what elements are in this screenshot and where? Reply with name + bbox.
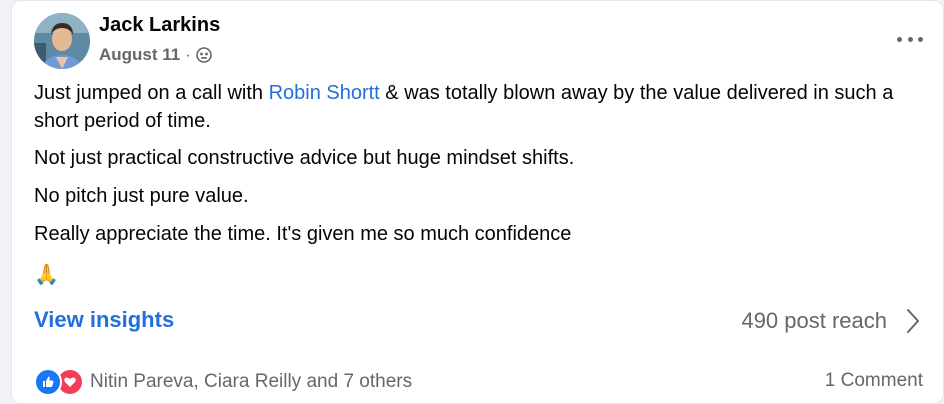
post-date[interactable]: August 11 (99, 45, 180, 65)
more-options-icon[interactable] (897, 29, 923, 49)
post-paragraph-1: Just jumped on a call with Robin Shortt … (34, 79, 934, 135)
post-text: Just jumped on a call with (34, 82, 269, 104)
post-meta: August 11 · (99, 44, 212, 66)
reactors-text[interactable]: Nitin Pareva, Ciara Reilly and 7 others (90, 371, 412, 393)
post-reach[interactable]: 490 post reach (741, 308, 887, 334)
comments-count[interactable]: 1 Comment (825, 370, 923, 392)
view-insights-link[interactable]: View insights (34, 307, 174, 333)
reactions-summary[interactable]: Nitin Pareva, Ciara Reilly and 7 others (34, 368, 412, 396)
post-body: Just jumped on a call with Robin Shortt … (34, 79, 934, 258)
post-paragraph-3: No pitch just pure value. (34, 185, 249, 207)
post-paragraph-2: Not just practical constructive advice b… (34, 147, 575, 169)
post-paragraph-4: Really appreciate the time. It's given m… (34, 223, 572, 245)
chevron-right-icon[interactable] (903, 306, 923, 336)
meta-separator: · (185, 45, 191, 64)
author-avatar[interactable] (34, 13, 90, 69)
author-name[interactable]: Jack Larkins (99, 14, 220, 37)
praying-hands-icon: 🙏 (34, 264, 59, 286)
globe-icon[interactable] (196, 47, 212, 63)
like-icon (34, 368, 62, 396)
post-card: Jack Larkins August 11 · Just jumped on … (11, 0, 944, 404)
mention-link[interactable]: Robin Shortt (269, 82, 380, 104)
